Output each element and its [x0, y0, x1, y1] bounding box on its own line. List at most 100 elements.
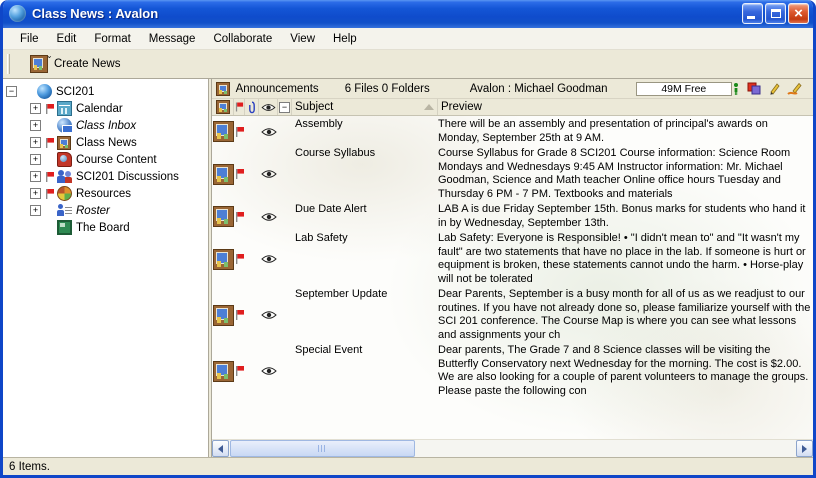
news-item-subject: Due Date Alert [292, 203, 438, 217]
sort-ascending-icon [424, 104, 434, 110]
tree-item-label: The Board [74, 222, 130, 234]
roster-icon [57, 203, 72, 218]
news-icon [216, 82, 230, 96]
scroll-right-button[interactable] [796, 440, 813, 457]
list-column-header: − Subject Preview [212, 99, 813, 116]
menu-collaborate[interactable]: Collaborate [204, 30, 281, 48]
tree-item-roster[interactable]: + Roster [3, 202, 208, 219]
title-bar[interactable]: Class News : Avalon × [3, 0, 813, 28]
flag-icon [235, 253, 245, 265]
column-unread[interactable] [259, 99, 278, 115]
tree-item-label: Calendar [74, 103, 123, 115]
news-item-subject: September Update [292, 288, 438, 302]
news-item-row[interactable]: Assembly There will be an assembly and p… [212, 116, 813, 145]
close-button[interactable]: × [788, 3, 809, 24]
column-attachment[interactable] [245, 99, 259, 115]
menu-view[interactable]: View [281, 30, 324, 48]
menu-help[interactable]: Help [324, 30, 366, 48]
flag-icon [45, 171, 55, 183]
news-item-icon [213, 164, 234, 185]
news-item-row[interactable]: September Update Dear Parents, September… [212, 286, 813, 342]
menu-format[interactable]: Format [85, 30, 139, 48]
menu-message[interactable]: Message [140, 30, 205, 48]
tree-item-label: Course Content [74, 154, 157, 166]
create-news-button[interactable]: ⌄ Create News [24, 53, 126, 75]
collapse-icon[interactable]: − [6, 86, 17, 97]
eye-icon [261, 366, 277, 376]
news-item-row[interactable]: Due Date Alert LAB A is due Friday Septe… [212, 201, 813, 230]
free-space-label: 49M Free [661, 83, 706, 95]
tree-item-class-news[interactable]: + Class News [3, 134, 208, 151]
column-preview[interactable]: Preview [438, 99, 813, 115]
tree-item-the-board[interactable]: The Board [3, 219, 208, 236]
expand-icon[interactable]: + [30, 188, 41, 199]
news-item-preview: There will be an assembly and presentati… [438, 118, 813, 145]
scrollbar-track[interactable] [229, 440, 796, 457]
column-item-icon[interactable] [212, 99, 234, 115]
tree-item-calendar[interactable]: + Calendar [3, 100, 208, 117]
flag-icon [235, 309, 245, 321]
scroll-left-button[interactable] [212, 440, 229, 457]
tree-item-sci201[interactable]: − SCI201 [3, 83, 208, 100]
toolbar-grip[interactable] [7, 54, 10, 74]
horizontal-scrollbar[interactable] [212, 439, 813, 457]
person-icon[interactable] [732, 82, 740, 96]
column-expand-all[interactable]: − [278, 99, 292, 115]
pencil-icon[interactable] [768, 82, 780, 96]
free-space-indicator: 49M Free [636, 82, 732, 96]
content-area: − SCI201 + Calendar + Class Inbox + [3, 79, 813, 457]
expand-icon[interactable]: + [30, 205, 41, 216]
signature-pencil-icon[interactable] [787, 82, 803, 96]
news-item-row[interactable]: Special Event Dear parents, The Grade 7 … [212, 342, 813, 398]
menu-edit[interactable]: Edit [48, 30, 86, 48]
permissions-icon[interactable] [747, 82, 761, 96]
news-item-preview: Dear Parents, September is a busy month … [438, 288, 813, 342]
expand-icon[interactable]: + [30, 171, 41, 182]
news-item-preview: Lab Safety: Everyone is Responsible! • "… [438, 232, 813, 286]
tree-item-label: Class News [74, 137, 137, 149]
tree-item-resources[interactable]: + Resources [3, 185, 208, 202]
discussions-icon [57, 169, 72, 184]
maximize-button[interactable] [765, 3, 786, 24]
news-item-subject: Assembly [292, 118, 438, 132]
flag-icon [235, 101, 244, 113]
minimize-button[interactable] [742, 3, 763, 24]
close-icon: × [794, 6, 803, 21]
expand-icon[interactable]: + [30, 154, 41, 165]
calendar-icon [57, 101, 72, 116]
flag-icon [235, 211, 245, 223]
expand-icon[interactable]: + [30, 120, 41, 131]
eye-icon [261, 103, 276, 112]
news-item-icon [213, 121, 234, 142]
tree-item-label: Class Inbox [74, 120, 136, 132]
create-news-label: Create News [54, 58, 120, 70]
menu-bar: File Edit Format Message Collaborate Vie… [3, 28, 813, 50]
menu-file[interactable]: File [11, 30, 48, 48]
news-item-icon [213, 249, 234, 270]
item-count-label: 6 Items. [9, 461, 50, 473]
tree-item-label: Resources [74, 188, 131, 200]
server-user-identity: Avalon : Michael Goodman [470, 83, 608, 95]
column-subject[interactable]: Subject [292, 99, 438, 115]
expand-icon[interactable]: + [30, 103, 41, 114]
resources-icon [57, 186, 72, 201]
news-item-preview: LAB A is due Friday September 15th. Bonu… [438, 203, 813, 230]
scrollbar-thumb[interactable] [230, 440, 415, 457]
tree-item-course-content[interactable]: + Course Content [3, 151, 208, 168]
chevron-right-icon [802, 445, 807, 453]
container-name: Announcements [236, 83, 319, 95]
tree-item-sci201-discussions[interactable]: + SCI201 Discussions [3, 168, 208, 185]
file-folder-counts: 6 Files 0 Folders [345, 83, 430, 95]
collapse-all-icon: − [279, 102, 290, 113]
column-flag[interactable] [234, 99, 245, 115]
tree-item-class-inbox[interactable]: + Class Inbox [3, 117, 208, 134]
inbox-icon [57, 118, 72, 133]
news-item-row[interactable]: Lab Safety Lab Safety: Everyone is Respo… [212, 230, 813, 286]
chevron-left-icon [218, 445, 223, 453]
new-item-marker-icon: ⌄ [46, 51, 53, 60]
grip-icon [318, 445, 327, 452]
eye-icon [261, 310, 277, 320]
expand-icon[interactable]: + [30, 137, 41, 148]
news-item-row[interactable]: Course Syllabus Course Syllabus for Grad… [212, 145, 813, 201]
news-list: Assembly There will be an assembly and p… [212, 116, 813, 439]
